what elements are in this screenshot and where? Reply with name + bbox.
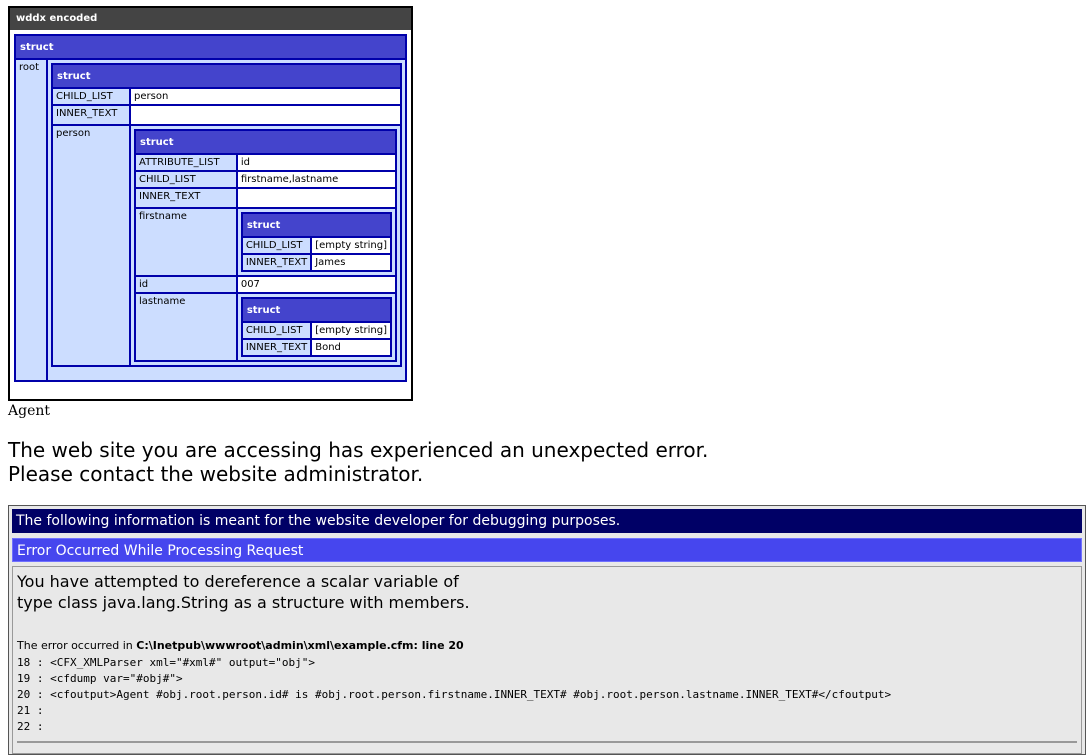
struct-header[interactable]: struct [242,214,390,236]
debug-notice-bar: The following information is meant for t… [12,509,1082,533]
struct-value-root: struct CHILD_LIST person INNER_TEXT pers… [48,60,405,380]
struct-value-id: 007 [237,277,395,292]
agent-output-text: Agent [8,403,50,419]
cfdump-panel: wddx encoded struct root struct CHILD_LI… [8,6,413,401]
struct-key-child-list[interactable]: CHILD_LIST [242,323,311,338]
code-line: 19 : <cfdump var="#obj#"> [17,672,183,685]
struct-key-inner-text[interactable]: INNER_TEXT [242,255,311,270]
struct-header[interactable]: struct [53,65,400,87]
code-snippet: 18 : <CFX_XMLParser xml="#xml#" output="… [17,655,891,735]
struct-key-id[interactable]: id [136,277,236,292]
error-message: The web site you are accessing has exper… [8,438,708,486]
struct-table: struct root struct CHILD_LIST person INN… [14,34,407,382]
struct-value-child-list: firstname,lastname [237,172,395,187]
struct-value-attribute-list: id [237,155,395,170]
struct-key-person[interactable]: person [53,126,129,365]
struct-key-child-list[interactable]: CHILD_LIST [136,172,236,187]
error-location-path: C:\Inetpub\wwwroot\admin\xml\example.cfm… [136,639,464,652]
dump-title[interactable]: wddx encoded [10,8,411,30]
error-location-prefix: The error occurred in [17,639,137,652]
code-line: 21 : [17,704,44,717]
struct-value-firstname: struct CHILD_LIST [empty string] INNER_T… [237,209,395,275]
error-detail-panel: You have attempted to dereference a scal… [12,566,1082,754]
struct-value-person: struct ATTRIBUTE_LIST id CHILD_LIST firs… [131,126,400,365]
error-detail-line1: You have attempted to dereference a scal… [17,572,459,591]
struct-key-inner-text[interactable]: INNER_TEXT [136,189,236,207]
error-header-bar: Error Occurred While Processing Request [12,538,1082,562]
code-line: 18 : <CFX_XMLParser xml="#xml#" output="… [17,656,316,669]
code-line: 22 : [17,720,44,733]
debug-error-box: The following information is meant for t… [8,505,1086,755]
struct-value-inner-text [237,189,395,207]
struct-header[interactable]: struct [242,299,390,321]
struct-key-lastname[interactable]: lastname [136,294,236,360]
struct-key-child-list[interactable]: CHILD_LIST [53,89,129,104]
error-location: The error occurred in C:\Inetpub\wwwroot… [17,639,464,652]
struct-key-root[interactable]: root [16,60,46,380]
struct-value-child-list: [empty string] [312,323,390,338]
struct-key-firstname[interactable]: firstname [136,209,236,275]
code-line: 20 : <cfoutput>Agent #obj.root.person.id… [17,688,892,701]
struct-header[interactable]: struct [16,36,405,58]
struct-value-child-list: person [131,89,400,104]
error-message-line1: The web site you are accessing has exper… [8,438,709,462]
struct-key-child-list[interactable]: CHILD_LIST [242,238,311,253]
struct-value-inner-text [131,106,400,124]
error-detail-line2: type class java.lang.String as a structu… [17,593,470,612]
struct-key-inner-text[interactable]: INNER_TEXT [53,106,129,124]
lastname-struct-table: struct CHILD_LIST [empty string] INNER_T… [240,297,392,357]
struct-value-inner-text: Bond [312,340,390,355]
struct-value-inner-text: James [312,255,390,270]
struct-key-attribute-list[interactable]: ATTRIBUTE_LIST [136,155,236,170]
person-struct-table: struct ATTRIBUTE_LIST id CHILD_LIST firs… [134,129,397,362]
struct-key-inner-text[interactable]: INNER_TEXT [242,340,311,355]
struct-value-child-list: [empty string] [312,238,390,253]
firstname-struct-table: struct CHILD_LIST [empty string] INNER_T… [240,212,392,272]
error-message-line2: Please contact the website administrator… [8,462,424,486]
struct-header[interactable]: struct [136,131,395,153]
error-detail-message: You have attempted to dereference a scal… [17,571,537,613]
struct-value-lastname: struct CHILD_LIST [empty string] INNER_T… [237,294,395,360]
root-struct-table: struct CHILD_LIST person INNER_TEXT pers… [51,63,402,367]
